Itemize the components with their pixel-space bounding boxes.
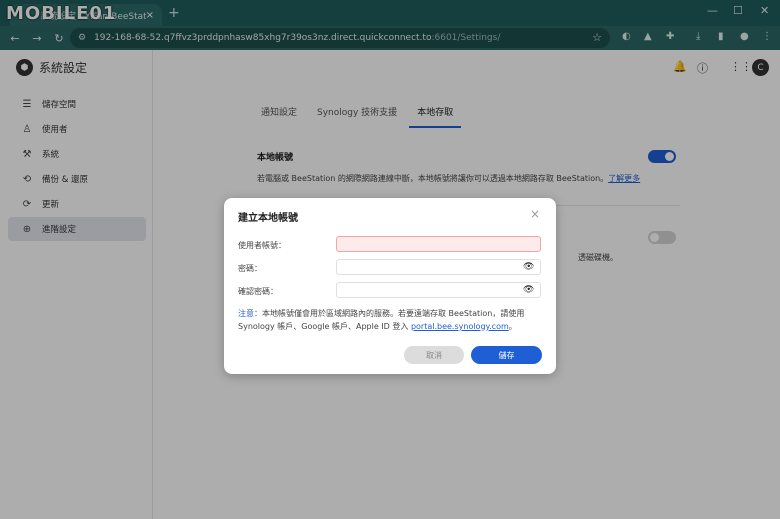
show-confirm-password-icon[interactable]: 👁: [523, 285, 534, 295]
confirm-password-field[interactable]: [336, 282, 541, 298]
username-label: 使用者帳號：: [238, 241, 286, 250]
show-password-icon[interactable]: 👁: [523, 262, 534, 272]
password-field[interactable]: [336, 259, 541, 275]
close-icon[interactable]: ×: [530, 207, 540, 221]
username-field[interactable]: [336, 236, 541, 252]
portal-link[interactable]: portal.bee.synology.com: [411, 322, 509, 331]
dialog-note: 注意：本地帳號僅會用於區域網路內的服務。若要遠端存取 BeeStation，請使…: [238, 309, 525, 331]
save-button[interactable]: 儲存: [471, 346, 542, 364]
password-label: 密碼：: [238, 264, 262, 273]
cancel-button[interactable]: 取消: [404, 346, 464, 364]
create-local-account-dialog: 建立本地帳號 × 使用者帳號： 密碼： 👁 確認密碼： 👁 注意：本地帳號僅會用…: [224, 198, 556, 374]
confirm-password-label: 確認密碼：: [238, 287, 278, 296]
dialog-title: 建立本地帳號: [238, 213, 298, 224]
